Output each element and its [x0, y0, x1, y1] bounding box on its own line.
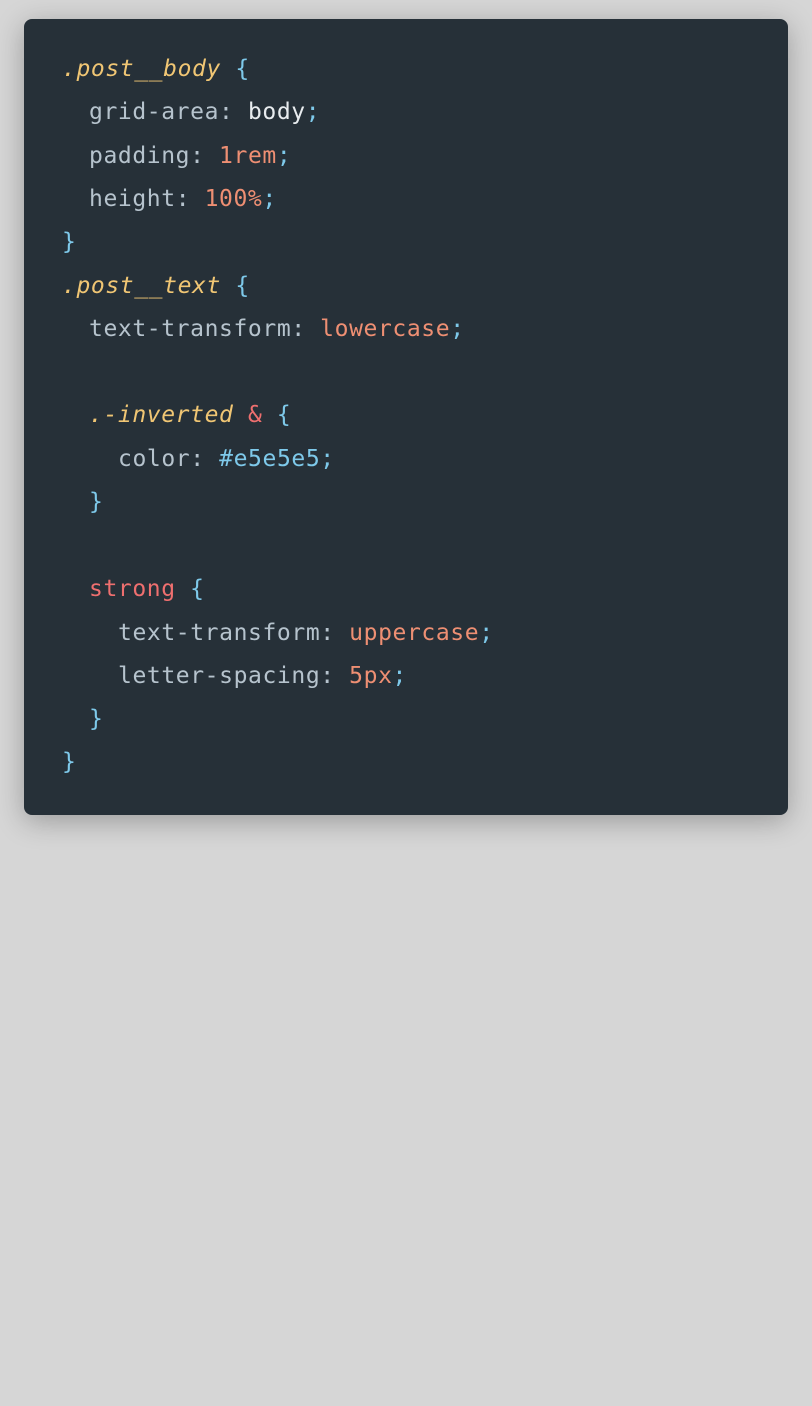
colon: : — [190, 143, 205, 169]
close-brace: } — [89, 706, 104, 732]
code-line-5: } — [62, 227, 76, 257]
value-hex-color: #e5e5e5 — [219, 446, 321, 472]
open-brace: { — [235, 56, 250, 82]
code-line-3: padding: 1rem; — [62, 141, 291, 171]
semicolon: ; — [479, 620, 494, 646]
semicolon: ; — [450, 316, 465, 342]
code-line-14: text-transform: uppercase; — [62, 618, 494, 648]
colon: : — [320, 620, 335, 646]
code-line-17: } — [62, 747, 76, 777]
property-text-transform: text-transform — [118, 620, 321, 646]
property-height: height — [89, 186, 176, 212]
value-lowercase: lowercase — [320, 316, 451, 342]
open-brace: { — [190, 576, 205, 602]
close-brace: } — [62, 749, 77, 775]
open-brace: { — [235, 273, 250, 299]
value-5px: 5px — [349, 663, 393, 689]
parent-selector-ampersand: & — [247, 402, 263, 428]
colon: : — [320, 663, 335, 689]
property-grid-area: grid-area — [89, 99, 220, 125]
close-brace: } — [89, 489, 104, 515]
code-snippet-window: .post__body { grid-area: body; padding: … — [24, 19, 788, 815]
code-line-1: .post__body { — [62, 54, 250, 84]
colon: : — [190, 446, 205, 472]
value-body: body — [247, 99, 306, 125]
colon: : — [219, 99, 234, 125]
code-line-13: strong { — [62, 574, 205, 604]
property-text-transform: text-transform — [89, 316, 292, 342]
open-brace: { — [276, 402, 292, 428]
selector-inverted: .-inverted — [89, 402, 234, 428]
code-line-15: letter-spacing: 5px; — [62, 661, 407, 691]
property-padding: padding — [89, 143, 191, 169]
code-line-9: .-inverted & { — [62, 400, 291, 430]
semicolon: ; — [320, 446, 335, 472]
colon: : — [291, 316, 306, 342]
value-uppercase: uppercase — [349, 620, 480, 646]
property-color: color — [118, 446, 191, 472]
value-1rem: 1rem — [219, 143, 277, 169]
property-letter-spacing: letter-spacing — [118, 663, 321, 689]
code-line-7: text-transform: lowercase; — [62, 314, 465, 344]
semicolon: ; — [262, 186, 277, 212]
semicolon: ; — [276, 143, 292, 169]
value-100-percent: 100% — [204, 186, 263, 212]
code-line-10: color: #e5e5e5; — [62, 444, 335, 474]
selector-post-text: .post__text — [62, 273, 221, 299]
code-line-2: grid-area: body; — [62, 97, 320, 127]
semicolon: ; — [392, 663, 407, 689]
close-brace: } — [62, 229, 77, 255]
code-block: .post__body { grid-area: body; padding: … — [62, 54, 493, 1406]
selector-strong: strong — [89, 576, 176, 602]
code-line-6: .post__text { — [62, 271, 250, 301]
semicolon: ; — [305, 99, 321, 125]
code-line-16: } — [62, 704, 103, 734]
code-line-4: height: 100%; — [62, 184, 277, 214]
selector-post-body: .post__body — [62, 56, 221, 82]
code-line-11: } — [62, 487, 103, 517]
colon: : — [175, 186, 191, 212]
